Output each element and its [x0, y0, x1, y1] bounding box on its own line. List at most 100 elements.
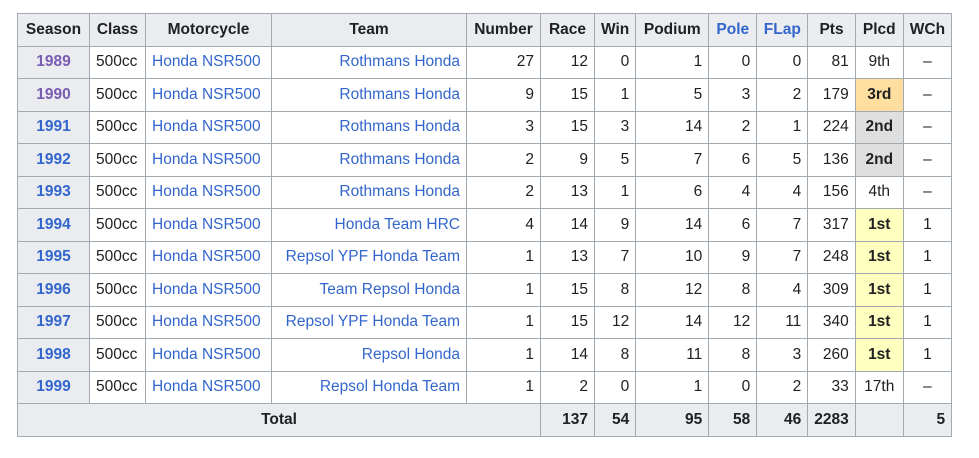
flap-cell: 0: [756, 45, 809, 79]
team-link[interactable]: Rothmans Honda: [271, 110, 467, 144]
flap-cell: 7: [756, 240, 809, 274]
table-row: 1994 500cc Honda NSR500 Honda Team HRC 4 14 9 1…: [17, 208, 953, 242]
class-cell: 500cc: [89, 240, 146, 274]
wch-cell: 1: [902, 208, 953, 242]
podium-cell: 14: [635, 305, 710, 339]
class-cell: 500cc: [89, 175, 146, 209]
wch-cell: 1: [902, 273, 953, 307]
team-link[interactable]: Repsol Honda Team: [271, 370, 467, 404]
flap-cell: 2: [756, 78, 809, 112]
season-link[interactable]: 1997: [17, 305, 90, 339]
col-pole-link[interactable]: Pole: [708, 13, 758, 47]
pole-cell: 0: [708, 45, 758, 79]
total-race: 137: [540, 403, 595, 437]
plcd-cell: 2nd: [854, 110, 904, 144]
plcd-cell: 17th: [854, 370, 904, 404]
season-link[interactable]: 1995: [17, 240, 90, 274]
wch-cell: 1: [902, 338, 953, 372]
motorcycle-link[interactable]: Honda NSR500: [145, 240, 272, 274]
season-link[interactable]: 1994: [17, 208, 90, 242]
flap-cell: 5: [756, 143, 809, 177]
col-pts: Pts: [807, 13, 856, 47]
motorcycle-link[interactable]: Honda NSR500: [145, 305, 272, 339]
pole-cell: 4: [708, 175, 758, 209]
header-row: Season Class Motorcycle Team Number Race…: [17, 13, 953, 47]
col-number: Number: [466, 13, 541, 47]
col-win: Win: [593, 13, 637, 47]
race-cell: 12: [540, 45, 595, 79]
motorcycle-link[interactable]: Honda NSR500: [145, 175, 272, 209]
number-cell: 1: [466, 273, 541, 307]
pts-cell: 81: [807, 45, 856, 79]
wch-cell: 1: [902, 240, 953, 274]
season-link[interactable]: 1990: [17, 78, 90, 112]
team-link[interactable]: Rothmans Honda: [271, 78, 467, 112]
motorcycle-link[interactable]: Honda NSR500: [145, 208, 272, 242]
wch-cell: –: [902, 370, 953, 404]
motorcycle-link[interactable]: Honda NSR500: [145, 143, 272, 177]
team-link[interactable]: Rothmans Honda: [271, 143, 467, 177]
wch-cell: –: [902, 143, 953, 177]
table-row: 1995 500cc Honda NSR500 Repsol YPF Honda Te…: [17, 240, 953, 274]
col-team: Team: [271, 13, 467, 47]
plcd-cell: 9th: [854, 45, 904, 79]
season-link[interactable]: 1998: [17, 338, 90, 372]
wch-cell: –: [902, 45, 953, 79]
flap-cell: 11: [756, 305, 809, 339]
win-cell: 9: [593, 208, 637, 242]
wch-cell: –: [902, 110, 953, 144]
season-link[interactable]: 1992: [17, 143, 90, 177]
season-link[interactable]: 1991: [17, 110, 90, 144]
team-link[interactable]: Repsol Honda: [271, 338, 467, 372]
team-link[interactable]: Repsol YPF Honda Team: [271, 305, 467, 339]
number-cell: 1: [466, 240, 541, 274]
win-cell: 12: [593, 305, 637, 339]
number-cell: 3: [466, 110, 541, 144]
total-pole: 58: [708, 403, 758, 437]
plcd-cell: 4th: [854, 175, 904, 209]
podium-cell: 14: [635, 110, 710, 144]
motorcycle-link[interactable]: Honda NSR500: [145, 110, 272, 144]
pts-cell: 179: [807, 78, 856, 112]
pole-cell: 0: [708, 370, 758, 404]
flap-cell: 4: [756, 175, 809, 209]
pts-cell: 136: [807, 143, 856, 177]
motorcycle-link[interactable]: Honda NSR500: [145, 370, 272, 404]
season-link[interactable]: 1996: [17, 273, 90, 307]
motorcycle-link[interactable]: Honda NSR500: [145, 338, 272, 372]
win-cell: 1: [593, 78, 637, 112]
season-link[interactable]: 1999: [17, 370, 90, 404]
season-link[interactable]: 1993: [17, 175, 90, 209]
team-link[interactable]: Team Repsol Honda: [271, 273, 467, 307]
col-flap-link[interactable]: FLap: [756, 13, 809, 47]
team-link[interactable]: Honda Team HRC: [271, 208, 467, 242]
flap-cell: 7: [756, 208, 809, 242]
race-cell: 15: [540, 78, 595, 112]
win-cell: 5: [593, 143, 637, 177]
team-link[interactable]: Repsol YPF Honda Team: [271, 240, 467, 274]
flap-cell: 4: [756, 273, 809, 307]
team-link[interactable]: Rothmans Honda: [271, 175, 467, 209]
flap-cell: 3: [756, 338, 809, 372]
class-cell: 500cc: [89, 110, 146, 144]
motorcycle-link[interactable]: Honda NSR500: [145, 273, 272, 307]
race-cell: 15: [540, 305, 595, 339]
col-plcd: Plcd: [854, 13, 904, 47]
class-cell: 500cc: [89, 78, 146, 112]
number-cell: 9: [466, 78, 541, 112]
race-cell: 13: [540, 175, 595, 209]
podium-cell: 7: [635, 143, 710, 177]
motorcycle-link[interactable]: Honda NSR500: [145, 78, 272, 112]
motorcycle-link[interactable]: Honda NSR500: [145, 45, 272, 79]
plcd-cell: 1st: [854, 208, 904, 242]
pts-cell: 340: [807, 305, 856, 339]
col-season: Season: [17, 13, 90, 47]
pole-cell: 8: [708, 338, 758, 372]
number-cell: 1: [466, 338, 541, 372]
table-row: 1997 500cc Honda NSR500 Repsol YPF Honda Te…: [17, 305, 953, 339]
team-link[interactable]: Rothmans Honda: [271, 45, 467, 79]
pts-cell: 156: [807, 175, 856, 209]
number-cell: 1: [466, 305, 541, 339]
season-link[interactable]: 1989: [17, 45, 90, 79]
race-cell: 2: [540, 370, 595, 404]
